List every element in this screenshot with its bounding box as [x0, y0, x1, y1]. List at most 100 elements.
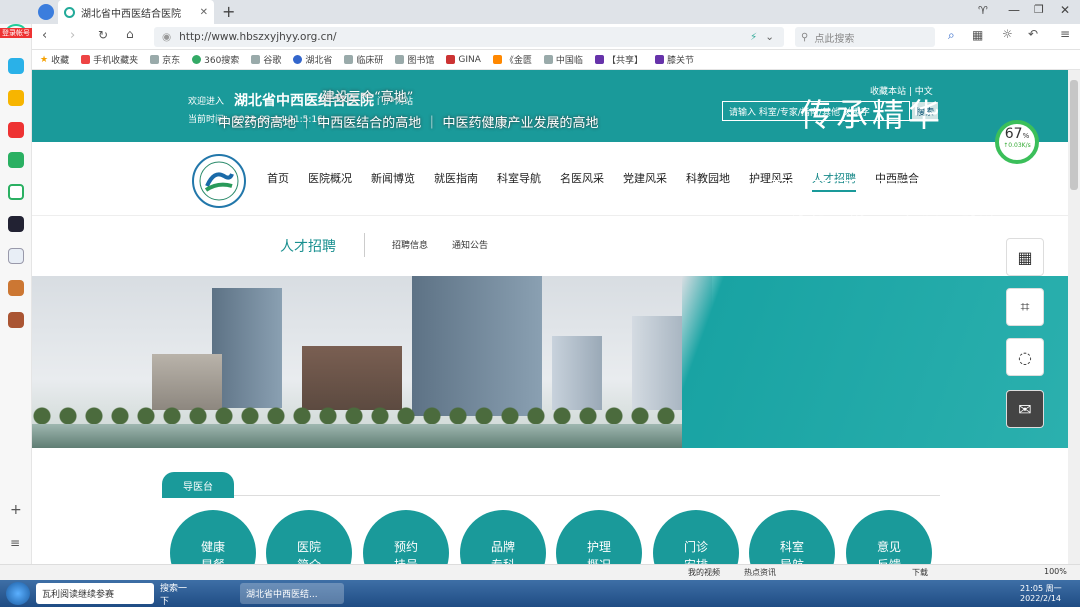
- guide-circle-intro[interactable]: 医院 简介: [266, 510, 352, 564]
- slogan-divider: [768, 180, 1068, 181]
- chevron-down-icon[interactable]: ⌄: [765, 31, 774, 43]
- taskbar-search-field[interactable]: 瓦利阅读继续参赛: [36, 583, 154, 604]
- sidebar-weibo-icon[interactable]: [8, 122, 24, 138]
- guide-circle-breakfast[interactable]: 健康 早餐: [170, 510, 256, 564]
- guide-circle-specialty[interactable]: 品牌 专科: [460, 510, 546, 564]
- search-icon[interactable]: ⌕: [948, 28, 955, 43]
- status-news[interactable]: 热点资讯: [744, 567, 776, 578]
- guide-circle-clinic[interactable]: 门诊 安排: [653, 510, 739, 564]
- nav-guide[interactable]: 就医指南: [434, 170, 478, 192]
- bookmark-item[interactable]: 360搜索: [192, 53, 239, 66]
- sidebar-list-icon[interactable]: ≡: [10, 536, 20, 550]
- refresh-icon[interactable]: ↻: [98, 28, 108, 42]
- home-icon[interactable]: ⌂: [126, 27, 134, 41]
- nav-education[interactable]: 科教园地: [686, 170, 730, 192]
- building-shape: [152, 354, 222, 410]
- building-shape: [552, 336, 602, 410]
- browser-home-icon[interactable]: [38, 4, 54, 20]
- nav-nursing[interactable]: 护理风采: [749, 170, 793, 192]
- guide-tab[interactable]: 导医台: [162, 472, 234, 498]
- sidebar-cloud-icon[interactable]: [8, 184, 24, 200]
- bookmark-item[interactable]: 【共享】: [594, 53, 643, 66]
- nav-departments[interactable]: 科室导航: [497, 170, 541, 192]
- maximize-icon[interactable]: ❐: [1034, 3, 1044, 16]
- sub-link-notices[interactable]: 通知公告: [452, 238, 488, 251]
- bookmark-item[interactable]: ★ 收藏: [40, 53, 69, 67]
- status-videos[interactable]: 我的视频: [688, 567, 720, 578]
- chat-icon[interactable]: ◌: [1006, 338, 1044, 376]
- apps-grid-icon[interactable]: ▦: [972, 28, 983, 42]
- main-nav: 首页 医院概况 新闻博览 就医指南 科室导航 名医风采 党建风采 科教园地 护理…: [267, 170, 938, 192]
- mail-icon[interactable]: ✉: [1006, 390, 1044, 428]
- undo-icon[interactable]: ↶: [1028, 27, 1038, 41]
- water: [32, 424, 712, 448]
- building-shape: [632, 316, 682, 410]
- guide-circle-feedback[interactable]: 意见 反馈: [846, 510, 932, 564]
- tree-line: [32, 404, 712, 426]
- sidebar-plus-icon[interactable]: +: [10, 502, 22, 518]
- nav-party[interactable]: 党建风采: [623, 170, 667, 192]
- status-download[interactable]: 下载: [912, 567, 928, 578]
- forward-icon[interactable]: ›: [70, 28, 75, 43]
- bookmark-item[interactable]: 图书馆: [395, 53, 434, 66]
- minimize-icon[interactable]: —: [1008, 3, 1020, 17]
- nav-doctors[interactable]: 名医风采: [560, 170, 604, 192]
- bookmark-item[interactable]: 手机收藏夹: [81, 53, 138, 66]
- nav-news[interactable]: 新闻博览: [371, 170, 415, 192]
- bookmark-item[interactable]: 中国临: [543, 53, 583, 66]
- close-tab-icon[interactable]: ✕: [200, 7, 208, 18]
- login-badge[interactable]: 登录帐号: [0, 28, 32, 38]
- bookmark-item[interactable]: 膝关节: [654, 53, 694, 66]
- bookmark-item[interactable]: 谷歌: [251, 53, 281, 66]
- new-tab-icon[interactable]: +: [222, 2, 235, 21]
- sidebar-game2-icon[interactable]: [8, 312, 24, 328]
- close-window-icon[interactable]: ✕: [1060, 3, 1070, 17]
- guide-circle-departments[interactable]: 科室 导航: [749, 510, 835, 564]
- browser-search-input[interactable]: ⚲ 点此搜索: [795, 27, 935, 47]
- scrollbar-thumb[interactable]: [1070, 80, 1078, 190]
- tab-bar: 湖北省中西医结合医院 ✕ + ♈ — ❐ ✕: [0, 0, 1080, 24]
- building-shape: [212, 288, 282, 408]
- calendar-add-icon[interactable]: ▦: [1006, 238, 1044, 276]
- nav-home[interactable]: 首页: [267, 170, 289, 192]
- guide-circle-appointment[interactable]: 预约 挂号: [363, 510, 449, 564]
- qrcode-icon[interactable]: ⌗: [1006, 288, 1044, 326]
- sidebar-star-icon[interactable]: [8, 90, 24, 106]
- bookmark-item[interactable]: 《金匮: [492, 53, 532, 66]
- bookmark-item[interactable]: 湖北省: [293, 53, 332, 66]
- sidebar-game-icon[interactable]: [8, 280, 24, 296]
- taskbar-search-button[interactable]: 搜索一下: [154, 583, 194, 607]
- guide-header-line: [162, 470, 940, 496]
- speed-rate: ↑0.03K/s: [1003, 142, 1031, 149]
- shirt-icon[interactable]: ♈: [978, 4, 988, 17]
- bookmark-item[interactable]: GINA: [446, 55, 481, 65]
- brightness-icon[interactable]: ☼: [1002, 27, 1013, 41]
- sidebar-app-icon[interactable]: [8, 216, 24, 232]
- sidebar-add-icon[interactable]: [8, 58, 24, 74]
- menu-icon[interactable]: ≡: [1060, 27, 1070, 41]
- taskbar: 瓦利阅读继续参赛 搜索一下 湖北省中西医结... 21:05 周一 2022/2…: [0, 580, 1080, 607]
- web-page: 欢迎进入 湖北省中西医结合医院 门户网站 当前时间：2022-02-14 21:…: [32, 70, 1068, 564]
- status-zoom[interactable]: 100%: [1044, 567, 1067, 576]
- sub-link-recruit-info[interactable]: 招聘信息: [392, 238, 428, 251]
- bookmark-item[interactable]: 京东: [150, 53, 180, 66]
- speed-bolt-icon[interactable]: ⚡: [750, 32, 757, 43]
- url-field[interactable]: ◉ http://www.hbszxyjhyy.org.cn/ ⚡ ⌄: [154, 27, 784, 47]
- sidebar-mail-icon[interactable]: [8, 152, 24, 168]
- start-button-icon[interactable]: [6, 582, 30, 605]
- bookmarks-bar: ★ 收藏 手机收藏夹 京东 360搜索 谷歌 湖北省 临床研 图书馆 GINA 《…: [32, 50, 1080, 70]
- sidebar-doc-icon[interactable]: [8, 248, 24, 264]
- banner[interactable]: [32, 276, 1068, 448]
- nav-overview[interactable]: 医院概况: [308, 170, 352, 192]
- back-icon[interactable]: ‹: [42, 28, 47, 43]
- browser-tab[interactable]: 湖北省中西医结合医院 ✕: [58, 0, 214, 24]
- slogan-line-2: 守正创新: [850, 144, 978, 179]
- speed-gauge[interactable]: 67% ↑0.03K/s: [995, 120, 1039, 164]
- browser-search-placeholder: 点此搜索: [814, 33, 855, 45]
- bookmark-item[interactable]: 临床研: [344, 53, 383, 66]
- taskbar-browser-window[interactable]: 湖北省中西医结...: [240, 583, 344, 604]
- hospital-logo[interactable]: [192, 154, 246, 208]
- guide-circle-nursing[interactable]: 护理 概况: [556, 510, 642, 564]
- building-shape: [412, 276, 542, 416]
- url-text: http://www.hbszxyjhyy.org.cn/: [179, 31, 337, 43]
